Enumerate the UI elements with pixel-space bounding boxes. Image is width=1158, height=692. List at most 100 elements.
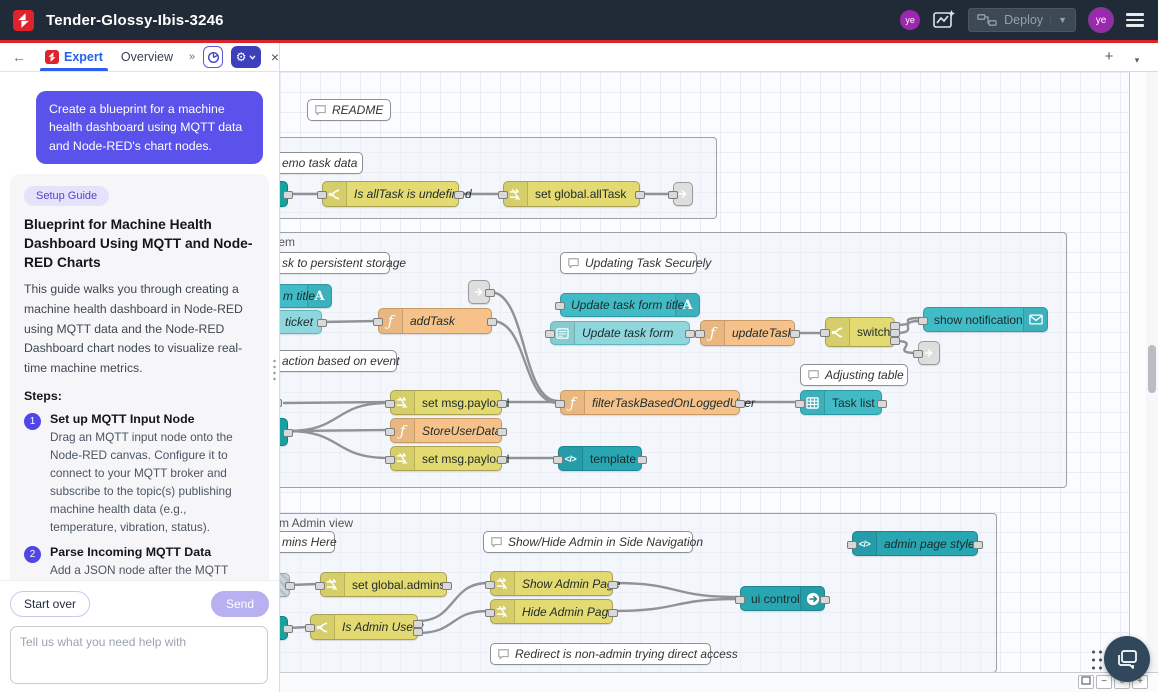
chart-view-button[interactable] (203, 46, 223, 68)
output-port[interactable] (497, 456, 507, 464)
drag-handle-dots[interactable] (1090, 648, 1104, 670)
panel-resize-handle[interactable] (272, 358, 277, 384)
input-port[interactable] (555, 302, 565, 310)
input-port[interactable] (820, 329, 830, 337)
hidden-node-port[interactable] (280, 399, 282, 407)
node-show-notification[interactable]: show notification (923, 307, 1048, 332)
node-update-task-form[interactable]: Update task form (550, 321, 690, 345)
settings-dropdown-button[interactable]: ⚙ (231, 46, 260, 68)
user-avatar[interactable]: ye (1088, 7, 1114, 33)
vertical-scrollbar[interactable] (1146, 72, 1158, 672)
output-port[interactable] (283, 429, 293, 437)
node-is-alltask-is-undefined[interactable]: Is allTask is undefined (322, 181, 459, 207)
node-addtask[interactable]: ƒaddTask (378, 308, 492, 334)
output-port[interactable] (790, 330, 800, 338)
node-ui-control[interactable]: ui control (740, 586, 825, 611)
output-port[interactable] (890, 329, 900, 337)
node-set-global-admins[interactable]: set global.admins (320, 572, 447, 597)
zoom-out-button[interactable]: − (1096, 675, 1112, 689)
input-port[interactable] (735, 596, 745, 604)
node-switch[interactable]: switch (825, 317, 895, 347)
link-in-stub[interactable] (280, 418, 288, 446)
input-port[interactable] (485, 581, 495, 589)
deploy-button[interactable]: Deploy ▼ (968, 8, 1076, 32)
input-port[interactable] (315, 582, 325, 590)
flow-canvas[interactable]: ystemstem Admin viewREADMEemo task datas… (280, 72, 1130, 672)
output-port[interactable] (685, 330, 695, 338)
node-update-task-form-title[interactable]: AUpdate task form title (560, 293, 700, 317)
input-port[interactable] (545, 330, 555, 338)
node-filtertaskbasedonloggeduser[interactable]: ƒfilterTaskBasedOnLoggedUser (560, 390, 740, 415)
start-over-button[interactable]: Start over (10, 591, 90, 617)
input-port[interactable] (485, 609, 495, 617)
output-port[interactable] (283, 625, 293, 633)
node-is-admin-user-[interactable]: Is Admin User? (310, 614, 418, 640)
link-node[interactable] (468, 280, 490, 304)
comment-node[interactable]: README (307, 99, 391, 121)
node-set-msg-payload[interactable]: set msg.payload (390, 390, 502, 415)
node-set-global-alltask[interactable]: set global.allTask (503, 181, 640, 207)
collaborator-avatar[interactable]: ye (900, 10, 920, 30)
output-port[interactable] (487, 318, 497, 326)
comment-node[interactable]: sk to persistent storage (280, 252, 390, 274)
output-port[interactable] (497, 428, 507, 436)
tab-expert[interactable]: Expert (36, 43, 112, 71)
comment-node[interactable]: emo task data (280, 152, 363, 174)
comment-node[interactable]: Redirect is non-admin trying direct acce… (490, 643, 711, 665)
output-port[interactable] (635, 191, 645, 199)
comment-node[interactable]: Show/Hide Admin in Side Navigation (483, 531, 693, 553)
node-set-msg-payload[interactable]: set msg.payload (390, 446, 502, 471)
inject-stub[interactable] (280, 573, 290, 597)
node-m-title[interactable]: Am title (280, 284, 332, 308)
node-ticket[interactable]: ticket (280, 310, 322, 334)
link-in-stub[interactable] (280, 181, 288, 207)
ai-flow-icon[interactable] (932, 9, 956, 31)
output-port[interactable] (637, 456, 647, 464)
node-updatetask[interactable]: ƒupdateTask (700, 320, 795, 346)
output-port[interactable] (497, 400, 507, 408)
input-port[interactable] (385, 456, 395, 464)
input-port[interactable] (555, 400, 565, 408)
comment-node[interactable]: Updating Task Securely (560, 252, 697, 274)
output-port[interactable] (735, 400, 745, 408)
input-port[interactable] (553, 456, 563, 464)
link-out-node[interactable] (673, 182, 693, 206)
close-panel-button[interactable]: × (271, 49, 279, 65)
link-in-stub[interactable] (280, 616, 288, 640)
output-port[interactable] (413, 628, 423, 636)
node-task-list[interactable]: Task list (800, 390, 882, 415)
deploy-caret-icon[interactable]: ▼ (1050, 15, 1067, 25)
output-port[interactable] (973, 541, 983, 549)
input-port[interactable] (373, 318, 383, 326)
output-port[interactable] (485, 289, 495, 297)
main-menu-button[interactable] (1126, 13, 1144, 27)
assistant-text-input[interactable] (10, 626, 268, 684)
input-port[interactable] (385, 428, 395, 436)
input-port[interactable] (385, 400, 395, 408)
input-port[interactable] (305, 624, 315, 632)
node-admin-page-style[interactable]: </>admin page style (852, 531, 978, 556)
flowfuse-logo-icon[interactable] (13, 10, 34, 31)
output-port[interactable] (317, 319, 327, 327)
output-port[interactable] (442, 582, 452, 590)
output-port[interactable] (283, 191, 293, 199)
node-show-admin-page[interactable]: Show Admin Page (490, 571, 613, 596)
flow-list-button[interactable]: ▾ (1128, 51, 1146, 69)
input-port[interactable] (317, 191, 327, 199)
output-port[interactable] (608, 609, 618, 617)
add-flow-button[interactable]: + (1100, 48, 1118, 66)
input-port[interactable] (498, 191, 508, 199)
comment-node[interactable]: Adjusting table (800, 364, 908, 386)
link-out-node[interactable] (918, 341, 940, 365)
output-port[interactable] (608, 581, 618, 589)
output-port[interactable] (285, 582, 295, 590)
output-port[interactable] (413, 620, 423, 628)
node-hide-admin-page[interactable]: Hide Admin Page (490, 599, 613, 624)
output-port[interactable] (877, 400, 887, 408)
comment-node[interactable]: action based on event (280, 350, 397, 372)
input-port[interactable] (918, 317, 928, 325)
input-port[interactable] (695, 330, 705, 338)
input-port[interactable] (795, 400, 805, 408)
input-port[interactable] (847, 541, 857, 549)
tab-overview[interactable]: Overview (112, 43, 182, 71)
